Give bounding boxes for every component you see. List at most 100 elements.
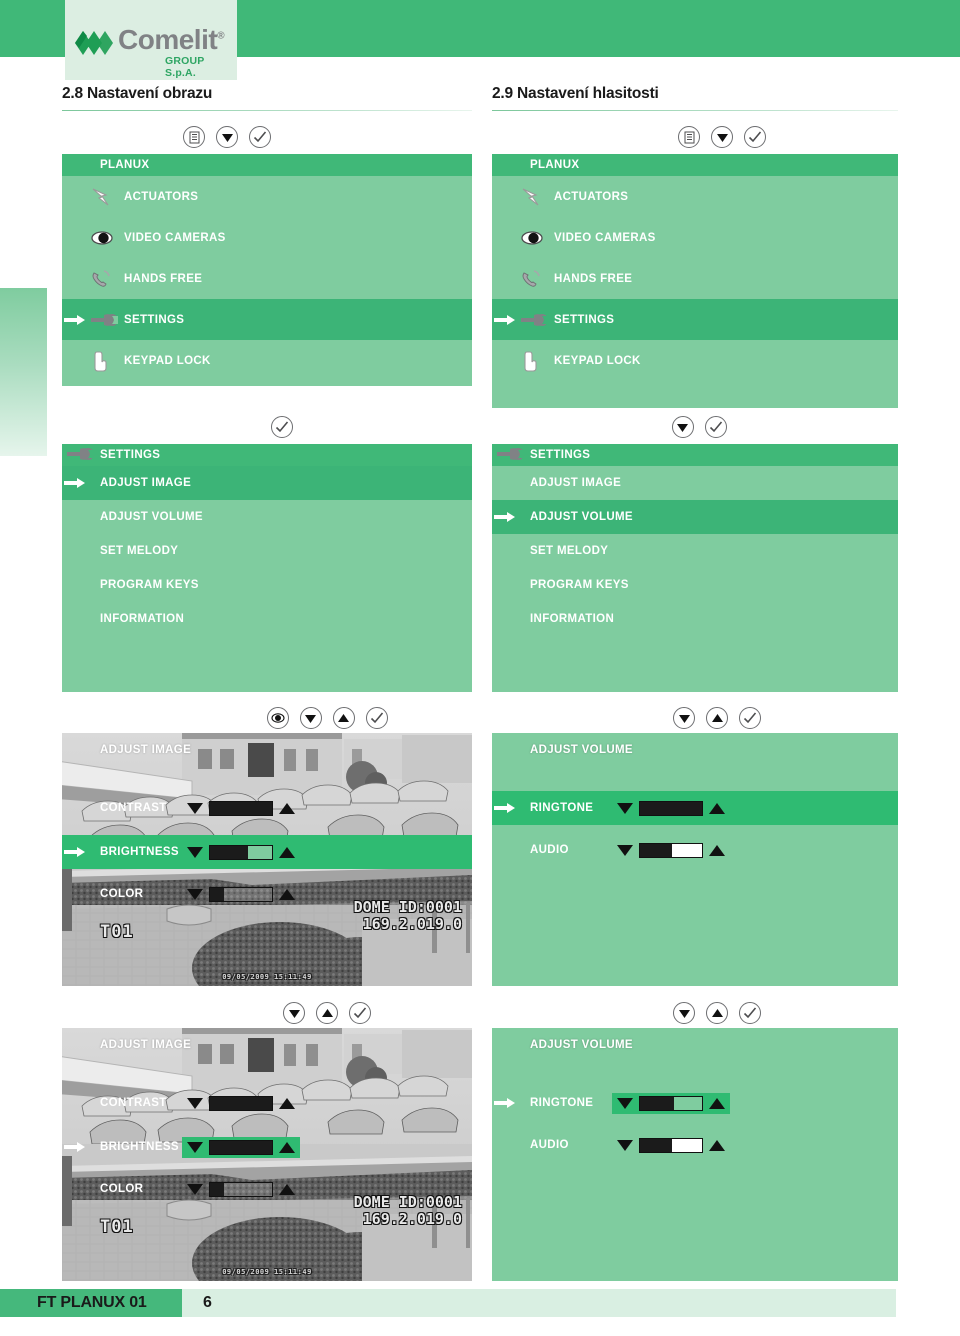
handset-icon — [90, 268, 118, 290]
down-triangle-icon[interactable] — [283, 1002, 305, 1024]
down-triangle-icon[interactable] — [299, 707, 322, 729]
audio-bar[interactable] — [639, 1137, 703, 1153]
contrast-slider[interactable] — [182, 798, 300, 819]
slider-row-audio[interactable]: AUDIO — [492, 833, 898, 867]
slider-row-audio[interactable]: AUDIO — [492, 1128, 898, 1162]
increase-triangle-icon[interactable] — [279, 1183, 295, 1195]
menu-item-settings[interactable]: SETTINGS — [62, 299, 472, 340]
settings-item-adjust-image[interactable]: ADJUST IMAGE — [62, 466, 472, 500]
ringtone-slider[interactable] — [612, 798, 730, 819]
decrease-triangle-icon[interactable] — [617, 1139, 633, 1151]
increase-triangle-icon[interactable] — [709, 1097, 725, 1109]
increase-triangle-icon[interactable] — [709, 1139, 725, 1151]
slider-row-ringtone[interactable]: RINGTONE — [492, 791, 898, 825]
increase-triangle-icon[interactable] — [279, 846, 295, 858]
decrease-triangle-icon[interactable] — [187, 846, 203, 858]
audio-slider[interactable] — [612, 840, 730, 861]
menu-item-label: ACTUATORS — [124, 190, 199, 203]
settings-item-set-melody[interactable]: SET MELODY — [492, 534, 898, 568]
check-icon[interactable] — [739, 1002, 761, 1024]
slider-row-ringtone[interactable]: RINGTONE — [492, 1086, 898, 1120]
ringtone-bar[interactable] — [639, 1095, 703, 1111]
icon-row-adjust-volume-bottom — [642, 998, 792, 1028]
down-triangle-icon[interactable] — [673, 1002, 695, 1024]
color-slider[interactable] — [182, 884, 300, 905]
decrease-triangle-icon[interactable] — [187, 1183, 203, 1195]
brightness-bar[interactable] — [209, 1139, 273, 1155]
slider-row-brightness[interactable]: BRIGHTNESS — [62, 1130, 472, 1164]
ringtone-bar[interactable] — [639, 800, 703, 816]
color-bar[interactable] — [209, 886, 273, 902]
down-triangle-icon[interactable] — [673, 707, 695, 729]
panel-title-planux: PLANUX — [62, 154, 472, 176]
check-icon[interactable] — [739, 707, 761, 729]
color-slider[interactable] — [182, 1179, 300, 1200]
menu-item-video-cameras[interactable]: VIDEO CAMERAS — [62, 217, 472, 258]
increase-triangle-icon[interactable] — [279, 1141, 295, 1153]
settings-item-information[interactable]: INFORMATION — [492, 602, 898, 636]
audio-slider[interactable] — [612, 1135, 730, 1156]
menu-item-keypad-lock[interactable]: KEYPAD LOCK — [62, 340, 472, 381]
decrease-triangle-icon[interactable] — [187, 802, 203, 814]
contrast-bar[interactable] — [209, 1095, 273, 1111]
check-icon[interactable] — [249, 126, 271, 148]
up-triangle-icon[interactable] — [706, 707, 728, 729]
settings-item-program-keys[interactable]: PROGRAM KEYS — [492, 568, 898, 602]
settings-item-adjust-volume[interactable]: ADJUST VOLUME — [492, 500, 898, 534]
menu-item-video-cameras[interactable]: VIDEO CAMERAS — [492, 217, 898, 258]
comelit-diamond-icon — [73, 28, 115, 63]
check-icon[interactable] — [271, 416, 293, 438]
menu-item-actuators[interactable]: ACTUATORS — [62, 176, 472, 217]
up-triangle-icon[interactable] — [316, 1002, 338, 1024]
check-icon[interactable] — [365, 707, 388, 729]
slider-row-contrast[interactable]: CONTRAST — [62, 791, 472, 825]
increase-triangle-icon[interactable] — [709, 802, 725, 814]
list-icon[interactable] — [678, 126, 700, 148]
down-triangle-icon[interactable] — [671, 416, 694, 438]
down-triangle-icon[interactable] — [711, 126, 733, 148]
menu-item-keypad-lock[interactable]: KEYPAD LOCK — [492, 340, 898, 381]
increase-triangle-icon[interactable] — [279, 1097, 295, 1109]
settings-item-set-melody[interactable]: SET MELODY — [62, 534, 472, 568]
record-dot-icon[interactable] — [266, 707, 289, 729]
ringtone-slider[interactable] — [612, 1092, 730, 1114]
list-icon[interactable] — [183, 126, 205, 148]
menu-item-actuators[interactable]: ACTUATORS — [492, 176, 898, 217]
decrease-triangle-icon[interactable] — [617, 802, 633, 814]
contrast-slider[interactable] — [182, 1093, 300, 1114]
decrease-triangle-icon[interactable] — [187, 888, 203, 900]
menu-item-settings[interactable]: SETTINGS — [492, 299, 898, 340]
check-icon[interactable] — [744, 126, 766, 148]
down-triangle-icon[interactable] — [216, 126, 238, 148]
panel-title-planux: PLANUX — [492, 154, 898, 176]
slider-row-brightness[interactable]: BRIGHTNESS — [62, 835, 472, 869]
contrast-bar[interactable] — [209, 800, 273, 816]
slider-row-contrast[interactable]: CONTRAST — [62, 1086, 472, 1120]
increase-triangle-icon[interactable] — [709, 844, 725, 856]
decrease-triangle-icon[interactable] — [187, 1141, 203, 1153]
increase-triangle-icon[interactable] — [279, 802, 295, 814]
up-triangle-icon[interactable] — [706, 1002, 728, 1024]
settings-item-adjust-image[interactable]: ADJUST IMAGE — [492, 466, 898, 500]
slider-label: CONTRAST — [100, 1097, 167, 1109]
icon-row-adjust-image-bottom — [252, 998, 402, 1028]
decrease-triangle-icon[interactable] — [617, 844, 633, 856]
menu-item-hands-free[interactable]: HANDS FREE — [492, 258, 898, 299]
panel-title-settings: SETTINGS — [492, 444, 898, 466]
check-icon[interactable] — [704, 416, 727, 438]
audio-bar[interactable] — [639, 842, 703, 858]
color-bar[interactable] — [209, 1181, 273, 1197]
decrease-triangle-icon[interactable] — [617, 1097, 633, 1109]
decrease-triangle-icon[interactable] — [187, 1097, 203, 1109]
brightness-bar[interactable] — [209, 844, 273, 860]
check-icon[interactable] — [349, 1002, 371, 1024]
brightness-slider[interactable] — [182, 1136, 300, 1158]
video-timestamp: 09/05/2009 15:11:49 — [222, 1268, 312, 1276]
up-triangle-icon[interactable] — [332, 707, 355, 729]
settings-item-program-keys[interactable]: PROGRAM KEYS — [62, 568, 472, 602]
menu-item-hands-free[interactable]: HANDS FREE — [62, 258, 472, 299]
settings-item-information[interactable]: INFORMATION — [62, 602, 472, 636]
settings-item-adjust-volume[interactable]: ADJUST VOLUME — [62, 500, 472, 534]
increase-triangle-icon[interactable] — [279, 888, 295, 900]
brightness-slider[interactable] — [182, 842, 300, 863]
